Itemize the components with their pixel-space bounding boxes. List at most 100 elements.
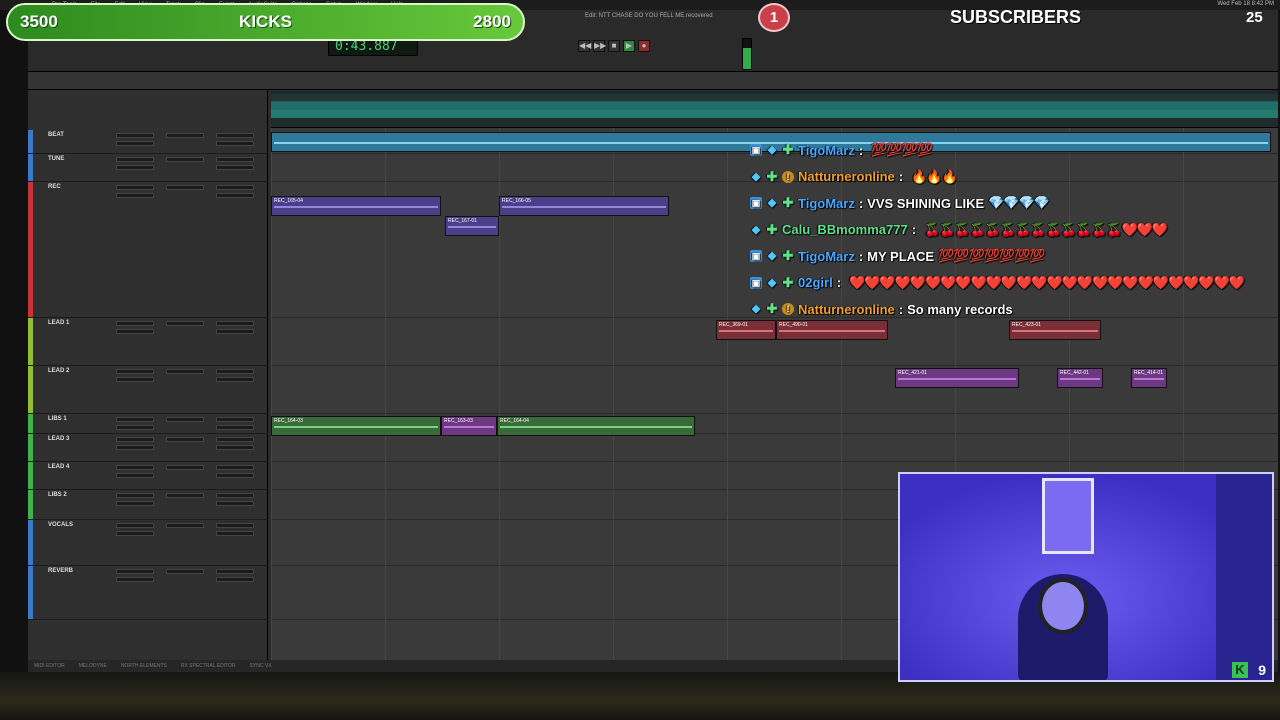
track-header[interactable]: TUNE xyxy=(28,154,268,182)
audio-clip[interactable]: REC_423-01 xyxy=(1009,320,1101,340)
insert-slot[interactable] xyxy=(216,369,254,374)
track-lane[interactable] xyxy=(271,366,1278,414)
track-name[interactable]: LIBS 2 xyxy=(48,492,67,498)
audio-clip[interactable]: REC_414-01 xyxy=(1131,368,1167,388)
insert-slot[interactable] xyxy=(116,425,154,430)
insert-slot[interactable] xyxy=(116,165,154,170)
track-name[interactable]: TUNE xyxy=(48,156,64,162)
track-header[interactable]: LIBS 2 xyxy=(28,490,268,520)
insert-slot[interactable] xyxy=(216,465,254,470)
track-name[interactable]: BEAT xyxy=(48,132,64,138)
insert-slot[interactable] xyxy=(166,321,204,326)
insert-slot[interactable] xyxy=(116,329,154,334)
insert-slot[interactable] xyxy=(116,377,154,382)
track-name[interactable]: LEAD 3 xyxy=(48,436,69,442)
insert-slot[interactable] xyxy=(216,569,254,574)
insert-slot[interactable] xyxy=(116,577,154,582)
insert-slot[interactable] xyxy=(166,493,204,498)
bottom-tab[interactable]: MELODYNE xyxy=(79,663,107,669)
bottom-tab[interactable]: RX SPECTRAL EDITOR xyxy=(181,663,236,669)
track-name[interactable]: REC xyxy=(48,184,61,190)
timeline-rulers[interactable] xyxy=(271,90,1278,128)
bottom-tab[interactable]: NORTH ELEMENTS xyxy=(121,663,167,669)
insert-slot[interactable] xyxy=(166,437,204,442)
track-header[interactable]: LEAD 1 xyxy=(28,318,268,366)
insert-slot[interactable] xyxy=(166,417,204,422)
insert-slot[interactable] xyxy=(116,157,154,162)
insert-slot[interactable] xyxy=(216,321,254,326)
chat-username[interactable]: Calu_BBmomma777 xyxy=(782,222,908,237)
audio-clip[interactable]: REC_166-05 xyxy=(499,196,669,216)
insert-slot[interactable] xyxy=(116,493,154,498)
insert-slot[interactable] xyxy=(166,157,204,162)
insert-slot[interactable] xyxy=(116,193,154,198)
insert-slot[interactable] xyxy=(216,417,254,422)
insert-slot[interactable] xyxy=(116,473,154,478)
chat-username[interactable]: Natturneronline xyxy=(798,302,895,317)
play-icon[interactable]: ▶ xyxy=(623,40,635,52)
track-name[interactable]: LIBS 1 xyxy=(48,416,67,422)
bottom-tab[interactable]: SYNC VX xyxy=(250,663,272,669)
insert-slot[interactable] xyxy=(166,569,204,574)
insert-slot[interactable] xyxy=(116,569,154,574)
insert-slot[interactable] xyxy=(216,165,254,170)
audio-clip[interactable]: REC_442-01 xyxy=(1057,368,1103,388)
chat-username[interactable]: 02girl xyxy=(798,275,833,290)
insert-slot[interactable] xyxy=(216,133,254,138)
track-header[interactable]: REC xyxy=(28,182,268,318)
track-lane[interactable] xyxy=(271,434,1278,462)
insert-slot[interactable] xyxy=(116,531,154,536)
insert-slot[interactable] xyxy=(216,425,254,430)
track-header[interactable]: BEAT xyxy=(28,130,268,154)
insert-slot[interactable] xyxy=(116,185,154,190)
insert-slot[interactable] xyxy=(116,369,154,374)
insert-slot[interactable] xyxy=(216,577,254,582)
track-header[interactable]: LEAD 4 xyxy=(28,462,268,490)
insert-slot[interactable] xyxy=(116,445,154,450)
audio-clip[interactable]: REC_164-03 xyxy=(271,416,441,436)
insert-slot[interactable] xyxy=(216,501,254,506)
chat-username[interactable]: TigoMarz xyxy=(798,196,855,211)
meter-ruler[interactable] xyxy=(271,110,1278,118)
track-name[interactable]: REVERB xyxy=(48,568,73,574)
bottom-tab[interactable]: MIDI EDITOR xyxy=(34,663,65,669)
audio-clip[interactable]: REC_421-01 xyxy=(895,368,1019,388)
insert-slot[interactable] xyxy=(216,523,254,528)
track-name[interactable]: VOCALS xyxy=(48,522,73,528)
track-header[interactable]: LEAD 3 xyxy=(28,434,268,462)
audio-clip[interactable]: REC_165-04 xyxy=(271,196,441,216)
audio-clip[interactable]: REC_163-03 xyxy=(441,416,497,436)
insert-slot[interactable] xyxy=(216,445,254,450)
track-name[interactable]: LEAD 4 xyxy=(48,464,69,470)
insert-slot[interactable] xyxy=(216,185,254,190)
stop-icon[interactable]: ■ xyxy=(608,40,620,52)
audio-clip[interactable]: REC_369-01 xyxy=(716,320,776,340)
track-name[interactable]: LEAD 2 xyxy=(48,368,69,374)
rewind-icon[interactable]: ◀◀ xyxy=(578,40,591,52)
track-header[interactable]: LIBS 1 xyxy=(28,414,268,434)
audio-clip[interactable]: REC_167-01 xyxy=(445,216,499,236)
insert-slot[interactable] xyxy=(116,133,154,138)
chat-username[interactable]: TigoMarz xyxy=(798,143,855,158)
insert-slot[interactable] xyxy=(116,501,154,506)
record-icon[interactable]: ● xyxy=(638,40,650,52)
insert-slot[interactable] xyxy=(216,377,254,382)
insert-slot[interactable] xyxy=(116,321,154,326)
tempo-ruler[interactable] xyxy=(271,102,1278,110)
track-header[interactable]: REVERB xyxy=(28,566,268,620)
insert-slot[interactable] xyxy=(166,133,204,138)
insert-slot[interactable] xyxy=(166,185,204,190)
insert-slot[interactable] xyxy=(216,329,254,334)
chat-username[interactable]: TigoMarz xyxy=(798,249,855,264)
audio-clip[interactable]: REC_164-04 xyxy=(497,416,695,436)
insert-slot[interactable] xyxy=(116,417,154,422)
insert-slot[interactable] xyxy=(116,437,154,442)
insert-slot[interactable] xyxy=(216,141,254,146)
chat-username[interactable]: Natturneronline xyxy=(798,169,895,184)
insert-slot[interactable] xyxy=(116,141,154,146)
insert-slot[interactable] xyxy=(216,193,254,198)
insert-slot[interactable] xyxy=(216,531,254,536)
insert-slot[interactable] xyxy=(166,465,204,470)
track-name[interactable]: LEAD 1 xyxy=(48,320,69,326)
insert-slot[interactable] xyxy=(216,493,254,498)
